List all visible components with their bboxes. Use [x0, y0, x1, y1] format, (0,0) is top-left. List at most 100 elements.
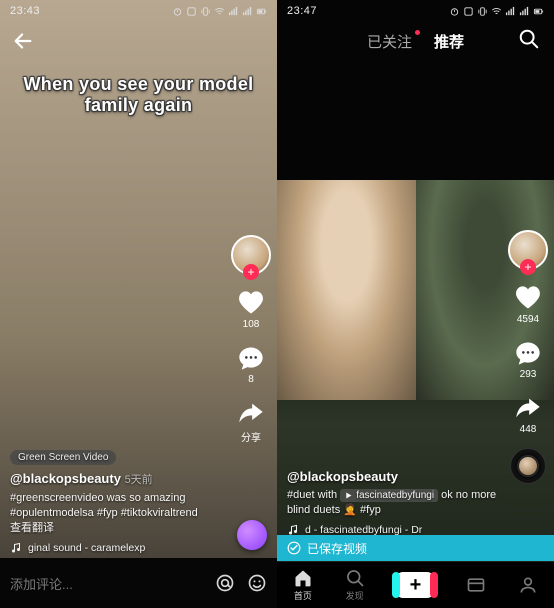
- nav-inbox[interactable]: [466, 575, 486, 595]
- comment-bar: 添加评论...: [0, 558, 277, 608]
- video-description[interactable]: #duet with fascinatedbyfungi ok no more …: [287, 488, 498, 518]
- profile-icon: [518, 575, 538, 595]
- like-button[interactable]: 108: [237, 289, 265, 330]
- video-description[interactable]: #greenscreenvideo was so amazing #opulen…: [10, 491, 221, 521]
- status-icons: [449, 6, 544, 17]
- desc-pre: #duet with: [287, 489, 337, 501]
- author-handle-text: @blackopsbeauty: [10, 471, 121, 486]
- inbox-icon: [466, 575, 486, 595]
- action-rail: + 4594 293 448: [508, 230, 548, 483]
- emoji-icon[interactable]: [247, 573, 267, 593]
- heart-icon: [237, 289, 265, 317]
- nfc-icon: [186, 6, 197, 17]
- like-count: 4594: [517, 314, 539, 325]
- share-button[interactable]: 分享: [237, 399, 265, 444]
- battery-icon: [533, 6, 544, 17]
- caption-line-1: When you see your model: [24, 74, 254, 95]
- heart-icon: [514, 284, 542, 312]
- duet-left-pane: [277, 180, 416, 400]
- status-time: 23:47: [287, 5, 317, 17]
- vibrate-icon: [200, 6, 211, 17]
- translate-hint[interactable]: 查看翻译: [10, 521, 221, 536]
- share-count: 448: [520, 424, 537, 435]
- nav-profile[interactable]: [518, 575, 538, 595]
- comment-count: 8: [248, 374, 254, 385]
- phone-right: 23:47 已关注 推荐: [277, 0, 554, 608]
- play-icon: [344, 491, 353, 500]
- effects-fab[interactable]: [237, 520, 267, 550]
- check-circle-icon: [287, 541, 301, 555]
- tab-following-label: 已关注: [367, 34, 412, 51]
- alarm-icon: [449, 6, 460, 17]
- comment-icon: [514, 339, 542, 367]
- share-icon: [237, 399, 265, 427]
- arrow-left-icon: [12, 30, 34, 52]
- comment-button[interactable]: 8: [237, 344, 265, 385]
- sound-row[interactable]: ginal sound - caramelexp: [10, 542, 221, 554]
- comment-icon: [237, 344, 265, 372]
- duet-with-pill[interactable]: fascinatedbyfungi: [340, 489, 438, 503]
- tab-following[interactable]: 已关注: [367, 31, 412, 52]
- effect-pill[interactable]: Green Screen Video: [10, 450, 116, 465]
- video-meta: Green Screen Video @blackopsbeauty 5天前 #…: [10, 447, 221, 554]
- nav-create[interactable]: +: [396, 572, 434, 598]
- share-button[interactable]: 448: [514, 394, 542, 435]
- author-handle[interactable]: @blackopsbeauty: [287, 469, 498, 484]
- follow-plus-icon[interactable]: +: [243, 264, 259, 280]
- share-icon: [514, 394, 542, 422]
- signal-icon: [228, 6, 239, 17]
- tab-recommend[interactable]: 推荐: [434, 31, 464, 52]
- duet-with-label: fascinatedbyfungi: [356, 489, 434, 503]
- mention-icon[interactable]: [215, 573, 235, 593]
- alarm-icon: [172, 6, 183, 17]
- comment-input[interactable]: 添加评论...: [10, 574, 203, 593]
- music-note-icon: [10, 542, 22, 554]
- saved-banner-text: 已保存视频: [307, 540, 367, 557]
- search-icon: [518, 28, 540, 50]
- notification-dot-icon: [415, 30, 420, 35]
- video-meta: @blackopsbeauty #duet with fascinatedbyf…: [287, 469, 498, 536]
- caption-line-2: family again: [85, 95, 193, 116]
- nfc-icon: [463, 6, 474, 17]
- back-button[interactable]: [12, 30, 34, 57]
- tab-recommend-label: 推荐: [434, 34, 464, 51]
- search-button[interactable]: [518, 28, 540, 55]
- nav-home[interactable]: 首页: [293, 568, 313, 602]
- avatar-icon: +: [231, 235, 271, 275]
- create-button: +: [396, 572, 434, 598]
- comment-count: 293: [520, 369, 537, 380]
- status-time: 23:43: [10, 5, 40, 17]
- plus-icon: +: [410, 575, 422, 595]
- saved-banner[interactable]: 已保存视频: [277, 535, 554, 561]
- author-handle[interactable]: @blackopsbeauty 5天前: [10, 471, 221, 487]
- discover-icon: [345, 568, 365, 588]
- nav-home-label: 首页: [294, 589, 312, 602]
- follow-plus-icon[interactable]: +: [520, 259, 536, 275]
- sound-disc[interactable]: [511, 449, 545, 483]
- bottom-nav: 首页 发现 +: [277, 562, 554, 608]
- disc-icon: [511, 449, 545, 483]
- status-bar: 23:43: [0, 0, 277, 22]
- author-avatar-button[interactable]: +: [231, 235, 271, 275]
- share-label: 分享: [241, 429, 261, 444]
- post-age: 5天前: [125, 474, 153, 486]
- nav-discover[interactable]: 发现: [345, 568, 365, 602]
- action-rail: + 108 8 分享: [231, 235, 271, 444]
- signal-icon: [505, 6, 516, 17]
- avatar-icon: +: [508, 230, 548, 270]
- signal2-icon: [242, 6, 253, 17]
- wifi-icon: [491, 6, 502, 17]
- status-icons: [172, 6, 267, 17]
- battery-icon: [256, 6, 267, 17]
- screenshot-stage: 23:43 When you see your model family aga…: [0, 0, 554, 608]
- video-caption-overlay: When you see your model family again: [0, 74, 277, 116]
- wifi-icon: [214, 6, 225, 17]
- nav-discover-label: 发现: [346, 589, 364, 602]
- author-avatar-button[interactable]: +: [508, 230, 548, 270]
- like-button[interactable]: 4594: [514, 284, 542, 325]
- home-icon: [293, 568, 313, 588]
- vibrate-icon: [477, 6, 488, 17]
- comment-button[interactable]: 293: [514, 339, 542, 380]
- sound-name: ginal sound - caramelexp: [28, 542, 145, 554]
- phone-left: 23:43 When you see your model family aga…: [0, 0, 277, 608]
